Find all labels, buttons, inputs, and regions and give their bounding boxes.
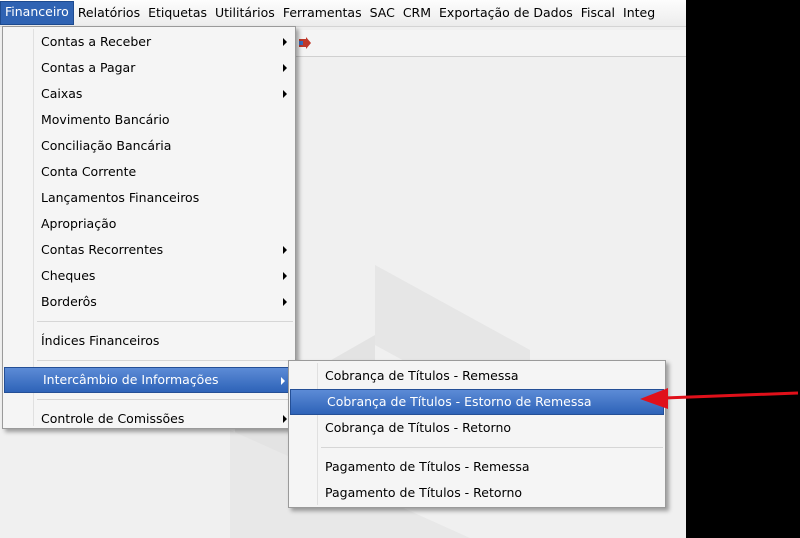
red-pointer-arrow-icon [640,388,799,409]
